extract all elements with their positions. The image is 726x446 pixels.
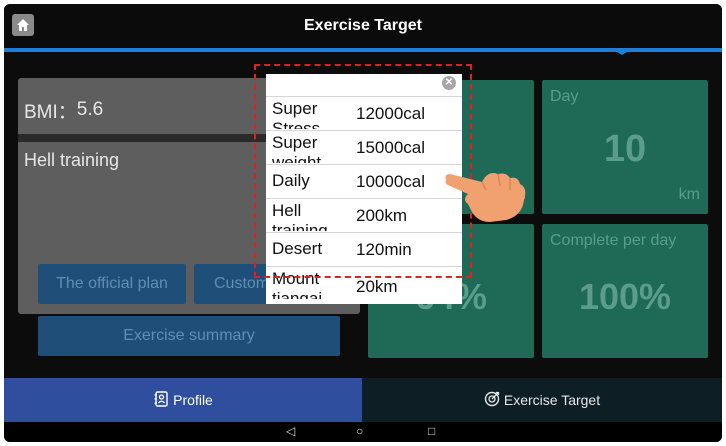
tab-profile[interactable]: Profile — [4, 378, 362, 422]
bmi-value: 5.6 — [76, 99, 104, 120]
stat-tile-4: Complete per day 100% — [542, 224, 708, 358]
popup-option-3[interactable]: Daily 10000cal — [266, 164, 462, 198]
option-name: Daily — [272, 171, 310, 190]
official-plan-button[interactable]: The official plan — [38, 264, 186, 304]
stat-tile-2: Day 10 km — [542, 80, 708, 214]
app-frame: Exercise Target BMI： 5.6 Hell training T… — [4, 4, 722, 442]
tab-exercise-target[interactable]: Exercise Target — [362, 378, 722, 422]
tab-profile-label: Profile — [173, 392, 213, 408]
stat-tile-4-label: Complete per day — [550, 232, 677, 249]
plan-name: Hell training — [24, 150, 120, 170]
back-icon[interactable]: ◁ — [286, 424, 295, 438]
stat-tile-4-value: 100% — [578, 276, 672, 317]
recents-icon[interactable]: □ — [428, 424, 435, 438]
exercise-summary-button[interactable]: Exercise summary — [38, 316, 340, 356]
option-name: Mount tiangai — [272, 269, 323, 299]
popup-option-5[interactable]: Desert 120min — [266, 232, 462, 266]
stat-tile-2-value: 10 — [603, 128, 647, 170]
popup-option-2[interactable]: Super weight 15000cal — [266, 130, 462, 164]
bmi-display: BMI： 5.6 — [24, 90, 264, 130]
nav-home-icon[interactable]: ○ — [356, 424, 363, 438]
active-tab-notch — [610, 48, 634, 55]
popup-option-4[interactable]: Hell training 200km — [266, 198, 462, 232]
stat-tile-2-label: Day — [550, 88, 579, 105]
option-value: 120min — [356, 240, 412, 259]
contacts-icon — [153, 390, 169, 410]
stat-tile-2-unit: km — [678, 186, 700, 203]
system-nav-bar: ◁ ○ □ — [4, 422, 722, 442]
option-name: Desert — [272, 239, 323, 258]
bottom-tab-bar: Profile Exercise Target — [4, 378, 722, 422]
tap-hand-icon — [442, 160, 528, 226]
option-name: Super Stress — [272, 99, 321, 129]
option-value: 20km — [356, 277, 398, 296]
page-title: Exercise Target — [304, 17, 422, 34]
option-name: Super weight — [272, 133, 322, 163]
option-name: Hell training — [272, 201, 328, 231]
popup-option-6[interactable]: Mount tiangai 20km — [266, 266, 462, 304]
option-value: 12000cal — [356, 104, 426, 123]
popup-option-1[interactable]: Super Stress 12000cal — [266, 96, 462, 130]
bmi-label: BMI： — [24, 101, 77, 123]
target-icon — [484, 391, 500, 410]
close-icon[interactable]: ✕ — [442, 76, 456, 90]
tab-exercise-target-label: Exercise Target — [503, 392, 601, 408]
